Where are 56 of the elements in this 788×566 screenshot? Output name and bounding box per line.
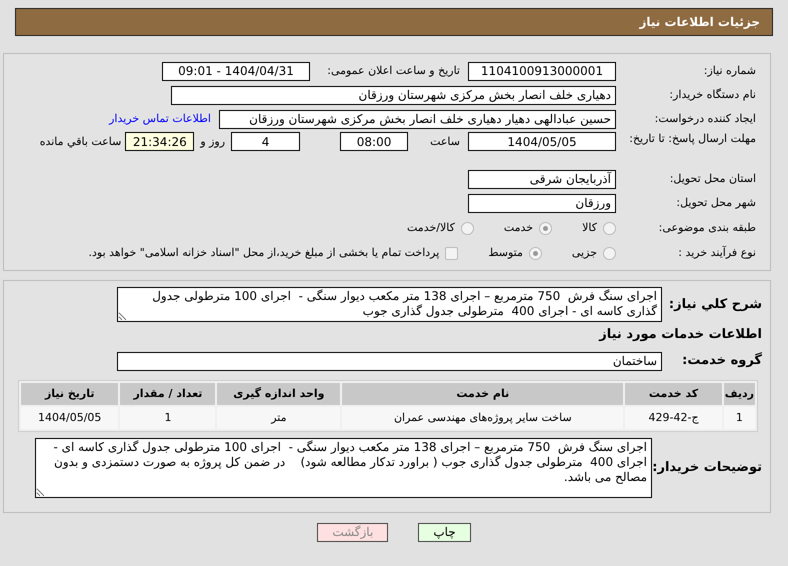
summary-field[interactable]: اجرای سنگ فرش 750 مترمربع – اجرای 138 متر مکعب دیوار سنگی - اجرای 100 مترطولی جدول گذاری کاسه ای - اجرای 400 مترطولی جدول گذاری جوب [117, 287, 662, 322]
column-header: واحد اندازه گیری [217, 383, 340, 405]
buyer-org-field: دهیاری خلف انصار بخش مرکزی شهرستان ورزقان [171, 86, 616, 104]
radio-button[interactable] [603, 246, 616, 260]
radio-button[interactable] [603, 222, 616, 234]
field-label: استان محل تحویل: [668, 170, 756, 187]
table-cell: متر [217, 407, 340, 429]
service-group-field: ساختمان [117, 352, 662, 370]
contact-link[interactable]: اطلاعات تماس خریدار [109, 110, 211, 128]
days-field: 4 [231, 132, 300, 151]
remaining-label: ساعت باقي مانده [40, 134, 122, 150]
field-label: توضیحات خریدار: [652, 459, 762, 478]
radio-button[interactable] [539, 222, 552, 234]
announce-date-field: 1404/04/31 - 09:01 [162, 62, 310, 80]
deadline-time-field: 08:00 [340, 132, 408, 151]
payment-note: پرداخت تمام یا بخشی از مبلغ خرید،از محل "اسناد خزانه اسلامی" خواهد بود. [88, 244, 440, 261]
province-field: آذربایجان شرقی [468, 170, 616, 188]
option-label: خدمت [504, 220, 534, 236]
city-field: ورزقان [468, 194, 616, 212]
field-label: تاریخ و ساعت اعلان عمومی: [326, 62, 460, 79]
option-label: کالا/خدمت [407, 220, 455, 236]
table-cell: 1404/05/05 [21, 407, 118, 429]
days-label: روز و [200, 134, 226, 150]
field-label: شماره نیاز: [702, 62, 756, 79]
field-label: ایجاد کننده درخواست: [654, 110, 756, 127]
table-cell: 1 [724, 407, 755, 429]
field-label: مهلت ارسال پاسخ: تا تاریخ: [628, 132, 756, 146]
field-label: طبقه بندی موضوعی: [658, 220, 756, 236]
table-cell: 1 [120, 407, 216, 429]
time-label: ساعت [430, 134, 460, 150]
column-header: ردیف [724, 383, 755, 405]
table-cell: ساخت سایر پروژه‌های مهندسی عمران [342, 407, 624, 429]
option-label: جزیی [572, 244, 597, 261]
remaining-time-field: 21:34:26 [125, 132, 194, 151]
column-header: تاریخ نیاز [21, 383, 118, 405]
deadline-date-field: 1404/05/05 [468, 132, 616, 151]
radio-button[interactable] [528, 246, 542, 260]
field-label: شرح کلي نیاز: [668, 296, 762, 314]
section-heading: اطلاعات خدمات مورد نیاز [598, 326, 762, 344]
table-cell: ج-42-429 [625, 407, 722, 429]
field-label: نوع فرآیند خرید : [677, 244, 756, 261]
option-label: متوسط [488, 244, 523, 261]
column-header: تعداد / مقدار [120, 383, 216, 405]
checkbox[interactable] [445, 246, 458, 260]
field-label: شهر محل تحویل: [675, 194, 756, 211]
print-button[interactable]: چاپ [418, 523, 471, 542]
option-label: کالا [582, 220, 597, 236]
need-number-field: 1104100913000001 [468, 62, 616, 80]
radio-button[interactable] [460, 222, 474, 234]
page-title: جزئیات اطلاعات نیاز [639, 14, 760, 31]
buyer-notes-field[interactable]: اجرای سنگ فرش 750 مترمربع – اجرای 138 متر مکعب دیوار سنگی - اجرای 100 مترطولی جدول گذاری کاسه ای - اجرای 400 مترطولی جدول گذاری جوب ( براورد تدکار مطالعه شود) در ضمن کل پروژه به صورت دستمزدی و بدون مصالح می باشد. [35, 438, 652, 498]
field-label: گروه خدمت: [681, 351, 762, 370]
field-label: نام دستگاه خریدار: [668, 86, 756, 103]
requester-field: حسین عبادالهی دهیار دهیاری خلف انصار بخش مرکزی شهرستان ورزقان [219, 110, 616, 128]
column-header: کد خدمت [625, 383, 722, 405]
column-header: نام خدمت [342, 383, 624, 405]
